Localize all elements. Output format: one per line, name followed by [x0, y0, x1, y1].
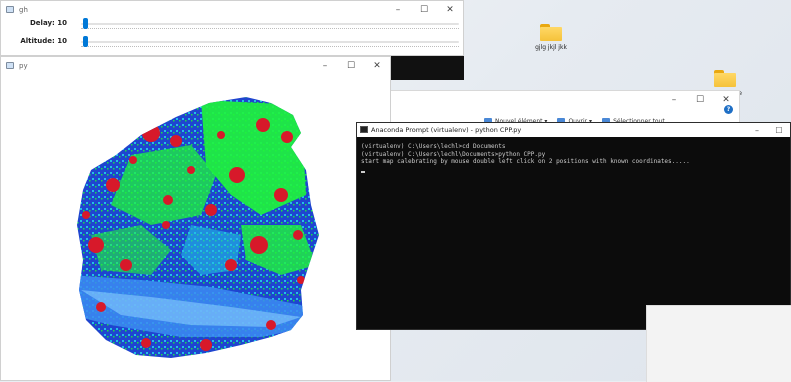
- minimize-button[interactable]: –: [661, 91, 687, 109]
- background-window-fragment: [388, 56, 464, 80]
- console-line: (virtualenv) C:\Users\lechl>cd Documents: [361, 143, 506, 150]
- folder-icon[interactable]: [714, 70, 736, 87]
- altitude-slider-track[interactable]: [81, 41, 459, 47]
- folder-label: gjlg jkjl jkk: [535, 44, 567, 51]
- console-output[interactable]: (virtualenv) C:\Users\lechl>cd Documents…: [357, 139, 790, 329]
- help-icon[interactable]: ?: [724, 105, 733, 114]
- console-title: Anaconda Prompt (virtualenv) - python CP…: [371, 126, 522, 134]
- delay-label: Delay: 10: [29, 19, 67, 27]
- terminal-icon: [360, 126, 368, 133]
- console-line: (virtualenv) C:\Users\lechl\Documents>py…: [361, 150, 546, 158]
- maximize-button[interactable]: ☐: [687, 91, 713, 109]
- gh-window-title: gh: [19, 6, 28, 14]
- altitude-slider-thumb[interactable]: [83, 36, 88, 47]
- minimize-button[interactable]: –: [746, 123, 768, 137]
- altitude-label: Altitude: 10: [20, 37, 67, 45]
- map-data-layer: [77, 97, 319, 358]
- delay-slider-track[interactable]: [81, 23, 459, 29]
- folder-icon[interactable]: [540, 24, 562, 41]
- text-cursor: [361, 171, 365, 173]
- map-image-window[interactable]: py – ☐ ✕: [0, 56, 391, 381]
- py-window-title: py: [19, 62, 28, 70]
- notification-panel: [646, 305, 791, 382]
- close-button[interactable]: ✕: [364, 57, 390, 75]
- altitude-trackbar-row: Altitude: 10: [1, 35, 465, 49]
- console-line: start map calebrating by mouse double le…: [361, 158, 690, 165]
- py-window-controls: – ☐ ✕: [312, 57, 390, 75]
- window-app-icon: [6, 6, 14, 13]
- trackbar-window[interactable]: gh – ☐ ✕ Delay: 10 Altitude: 10: [0, 0, 464, 56]
- window-app-icon: [6, 62, 14, 69]
- maximize-button[interactable]: ☐: [768, 123, 790, 137]
- delay-trackbar-row: Delay: 10: [1, 17, 465, 31]
- minimize-button[interactable]: –: [312, 57, 338, 75]
- classified-terrain-map[interactable]: [1, 75, 390, 380]
- delay-slider-thumb[interactable]: [83, 18, 88, 29]
- maximize-button[interactable]: ☐: [338, 57, 364, 75]
- anaconda-prompt-window[interactable]: Anaconda Prompt (virtualenv) - python CP…: [356, 122, 791, 330]
- console-titlebar: Anaconda Prompt (virtualenv) - python CP…: [357, 123, 790, 137]
